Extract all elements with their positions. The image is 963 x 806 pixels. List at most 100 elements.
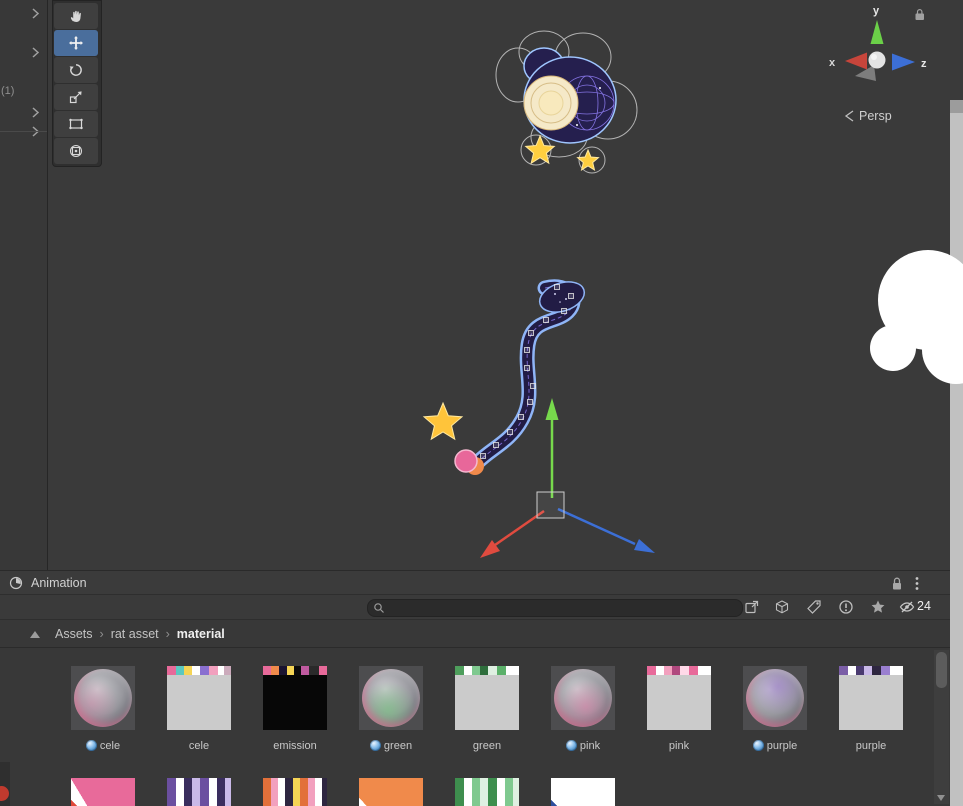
material-preview[interactable] [71, 666, 135, 730]
project-item[interactable]: green [439, 666, 535, 752]
wireframe-circles [495, 30, 638, 174]
project-item-partial[interactable] [439, 778, 535, 806]
scrollbar-down-arrow-icon[interactable] [937, 795, 945, 801]
material-preview[interactable] [71, 778, 135, 806]
material-preview[interactable] [167, 666, 231, 730]
expand-chevron-icon[interactable] [31, 46, 40, 59]
material-ball-icon [369, 740, 381, 751]
project-grid-row: cele cele emission green green pink pink… [55, 666, 919, 752]
hand-icon [70, 10, 81, 22]
creature-mesh[interactable] [523, 47, 617, 171]
animation-tab-bar[interactable]: Animation [0, 570, 963, 595]
scale-icon [69, 91, 82, 104]
project-item-label: green [383, 739, 413, 752]
material-preview[interactable] [263, 666, 327, 730]
material-ball-icon [752, 740, 764, 751]
bottom-left-panel-edge [0, 762, 10, 806]
project-item-partial[interactable] [535, 778, 631, 806]
project-item[interactable]: green [343, 666, 439, 752]
transform-tool-button[interactable] [54, 138, 98, 164]
favorites-star-icon[interactable] [870, 599, 886, 615]
project-item[interactable]: cele [55, 666, 151, 752]
project-item-label: purple [766, 739, 798, 752]
project-toolbar: 24 [0, 595, 963, 620]
breadcrumb-assets[interactable]: Assets [55, 627, 93, 641]
axis-x-label: x [829, 57, 836, 69]
prefab-cube-icon[interactable] [774, 599, 790, 615]
tail-mesh[interactable] [422, 277, 588, 475]
material-preview[interactable] [167, 778, 231, 806]
orientation-gizmo[interactable]: y x z [829, 5, 927, 81]
lock-icon[interactable] [891, 576, 903, 591]
material-preview[interactable] [743, 666, 807, 730]
kebab-menu-icon[interactable] [915, 576, 919, 591]
grid-scrollbar[interactable] [934, 650, 949, 804]
axis-x-cone [845, 52, 867, 70]
move-tool-button[interactable] [54, 30, 98, 56]
project-item-partial[interactable] [343, 778, 439, 806]
material-ball-icon [565, 740, 577, 751]
material-preview[interactable] [647, 666, 711, 730]
material-preview[interactable] [359, 778, 423, 806]
project-grid-row-partial [55, 778, 631, 806]
project-item-label: purple [855, 739, 887, 752]
project-item[interactable]: pink [631, 666, 727, 752]
search-input[interactable] [385, 602, 742, 614]
material-preview[interactable] [455, 666, 519, 730]
project-grid: cele cele emission green green pink pink… [0, 648, 963, 806]
hidden-visibility-icon[interactable] [899, 599, 915, 615]
breadcrumb-material[interactable]: material [177, 627, 225, 641]
material-preview[interactable] [359, 666, 423, 730]
material-preview[interactable] [263, 778, 327, 806]
breadcrumb-bar: Assets › rat asset › material [0, 620, 963, 648]
project-item[interactable]: emission [247, 666, 343, 752]
project-item[interactable]: cele [151, 666, 247, 752]
label-tag-icon[interactable] [806, 599, 822, 615]
row-separator [0, 131, 47, 132]
material-preview[interactable] [551, 666, 615, 730]
hand-tool-button[interactable] [54, 3, 98, 29]
scene-view[interactable]: y x z Persp [47, 0, 963, 570]
item-count-label: (1) [1, 85, 15, 97]
material-preview[interactable] [551, 778, 615, 806]
material-preview[interactable] [839, 666, 903, 730]
lock-icon[interactable] [915, 9, 925, 20]
adjacent-window-corner [950, 100, 963, 113]
rotate-tool-button[interactable] [54, 57, 98, 83]
expand-chevron-icon[interactable] [31, 7, 40, 20]
axis-y-cone [870, 20, 884, 44]
expand-chevron-icon[interactable] [31, 106, 40, 119]
star-decoration [576, 148, 600, 171]
axis-z-label: z [921, 58, 927, 70]
project-item[interactable]: pink [535, 666, 631, 752]
project-item-partial[interactable] [151, 778, 247, 806]
record-indicator [0, 786, 9, 801]
open-in-window-icon[interactable] [744, 599, 760, 615]
breadcrumb-rat-asset[interactable]: rat asset [111, 627, 159, 641]
rect-tool-icon [69, 118, 83, 130]
project-item[interactable]: purple [823, 666, 919, 752]
warning-icon[interactable] [838, 599, 854, 615]
move-gizmo[interactable] [480, 398, 655, 558]
star-decoration [422, 401, 464, 441]
project-item-label: emission [273, 739, 317, 752]
persp-label: Persp [859, 109, 892, 123]
scale-tool-button[interactable] [54, 84, 98, 110]
project-item-partial[interactable] [247, 778, 343, 806]
hidden-count-label: 24 [917, 599, 931, 613]
persp-indicator[interactable]: Persp [843, 109, 892, 123]
rotate-icon [69, 64, 82, 76]
project-item-label: green [472, 739, 502, 752]
project-item-partial[interactable] [55, 778, 151, 806]
axis-z-cone [892, 53, 915, 71]
scene-3d-content: y x z [422, 5, 927, 558]
collapse-triangle-icon[interactable] [30, 631, 40, 638]
scrollbar-thumb[interactable] [936, 652, 947, 688]
unity-editor: y x z Persp (1) Animation 24 Assets › ra… [0, 0, 963, 806]
search-field[interactable] [367, 599, 743, 617]
project-item-label: cele [99, 739, 121, 752]
material-preview[interactable] [455, 778, 519, 806]
project-item-label: cele [188, 739, 210, 752]
project-item[interactable]: purple [727, 666, 823, 752]
rect-tool-button[interactable] [54, 111, 98, 137]
